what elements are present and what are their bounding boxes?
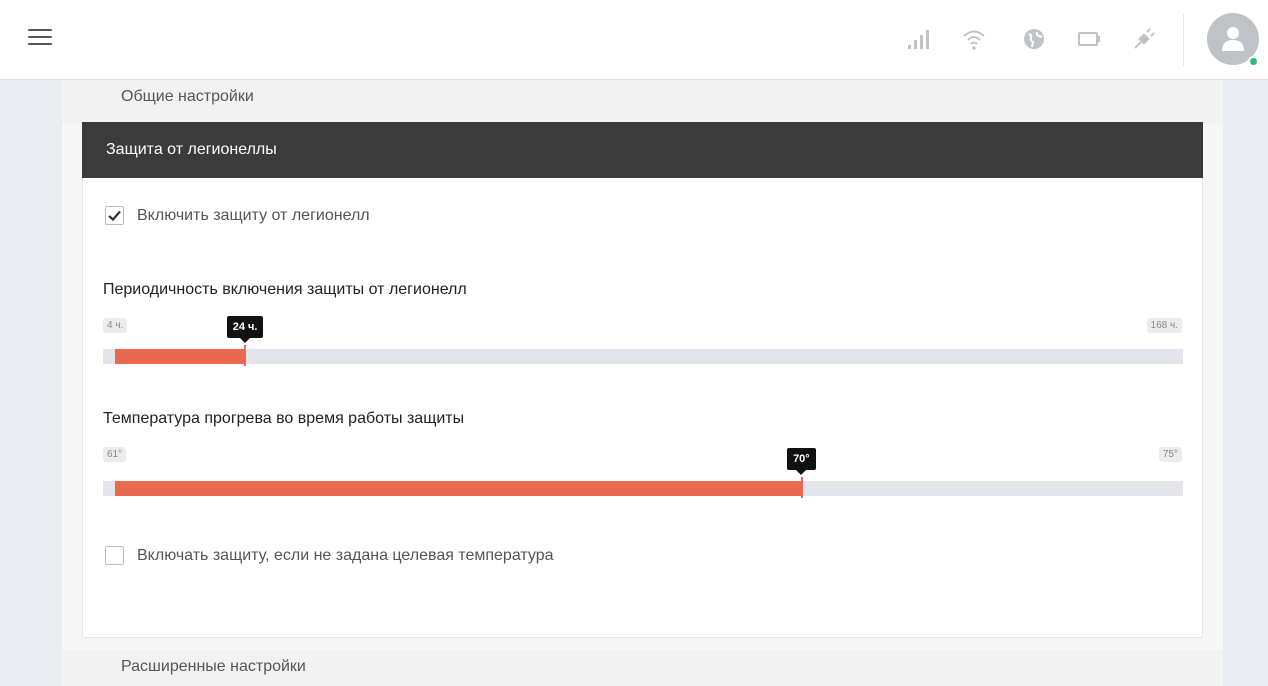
period-slider-handle[interactable] [244,345,247,366]
temperature-min-label: 61° [103,447,127,462]
period-slider-title: Периодичность включения защиты от легион… [103,281,467,298]
period-slider-fill [115,349,246,364]
period-max-label: 168 ч. [1146,318,1182,333]
temperature-max-label: 75° [1158,447,1182,462]
signal-icon [908,30,929,49]
user-icon [1222,27,1244,51]
topbar-divider [1183,14,1184,66]
wifi-icon [963,30,985,50]
temperature-slider-fill [115,481,802,496]
no-target-temp-checkbox[interactable] [105,546,124,565]
plug-icon [1134,28,1155,49]
period-slider[interactable]: 24 ч. [103,316,1183,366]
no-target-temp-label[interactable]: Включать защиту, если не задана целевая … [137,547,554,565]
section-legionella-header[interactable]: Защита от легионеллы [82,122,1203,178]
section-general-settings[interactable]: Общие настройки [62,80,1223,124]
temperature-value-tooltip: 70° [787,448,816,475]
temperature-slider[interactable]: 70° [103,448,1183,498]
hamburger-menu-icon[interactable] [28,29,52,49]
battery-icon [1078,32,1100,46]
enable-legionella-checkbox[interactable] [105,206,124,225]
online-status-dot [1248,56,1259,67]
enable-legionella-label[interactable]: Включить защиту от легионелл [137,207,370,225]
checkmark-icon [108,210,121,221]
period-min-label: 4 ч. [103,318,128,333]
top-bar [0,0,1268,80]
temperature-slider-handle[interactable] [800,477,803,498]
globe-icon [1024,29,1044,49]
period-value-tooltip: 24 ч. [226,316,264,343]
settings-panel: Общие настройки Защита от легионеллы Вкл… [62,80,1223,686]
legionella-settings-content: Включить защиту от легионелл Периодичнос… [82,178,1203,638]
section-advanced-settings[interactable]: Расширенные настройки [62,650,1223,686]
temperature-slider-title: Температура прогрева во время работы защ… [103,410,465,427]
